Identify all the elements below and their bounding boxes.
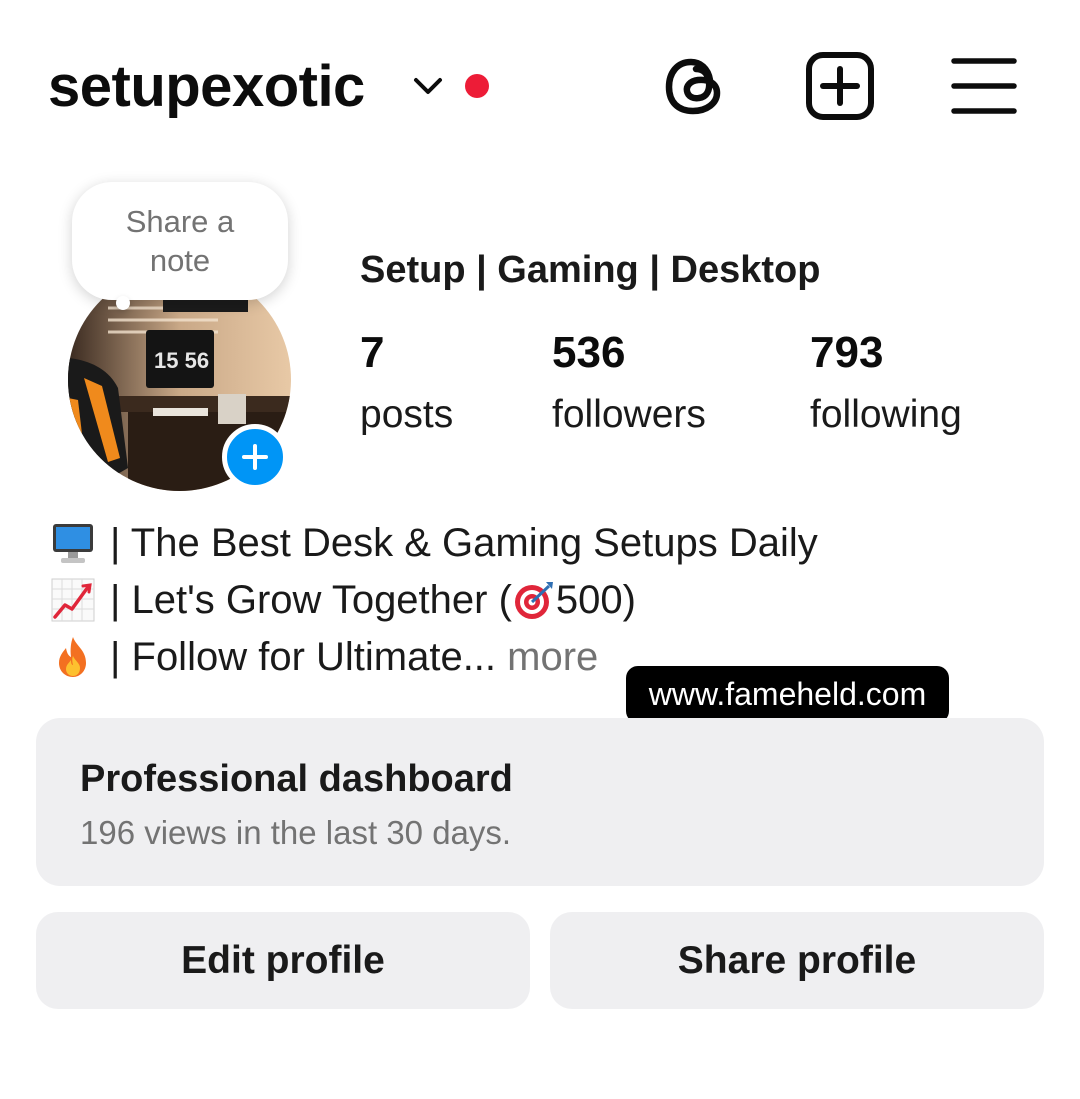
- chart-increasing-emoji: [50, 577, 96, 623]
- edit-profile-button[interactable]: Edit profile: [36, 912, 530, 1009]
- followers-count[interactable]: 536: [552, 328, 625, 378]
- bio-text-2: | Let's Grow Together (: [110, 578, 512, 622]
- watermark-label: www.fameheld.com: [626, 666, 949, 723]
- plus-icon: [242, 444, 268, 470]
- share-note-text: Share a note: [125, 204, 235, 278]
- followers-label[interactable]: followers: [552, 392, 706, 438]
- profile-username[interactable]: setupexotic: [48, 52, 365, 122]
- note-bubble-tail: [116, 296, 130, 310]
- notification-dot: [465, 74, 489, 98]
- desktop-computer-emoji: [50, 520, 96, 566]
- fire-emoji: [50, 634, 96, 680]
- bio-text-2-end: 500): [555, 578, 636, 622]
- following-count[interactable]: 793: [810, 328, 883, 378]
- avatar-clock-text: 15 56: [154, 348, 209, 373]
- share-note-bubble[interactable]: Share a note: [72, 182, 288, 300]
- posts-label[interactable]: posts: [360, 392, 453, 438]
- dashboard-title: Professional dashboard: [80, 758, 513, 800]
- menu-icon[interactable]: [948, 50, 1020, 122]
- direct-hit-emoji: [513, 579, 555, 621]
- bio-line-3: | Follow for Ultimate... more: [50, 634, 598, 680]
- chevron-down-icon[interactable]: [412, 72, 444, 100]
- bio-line-1: | The Best Desk & Gaming Setups Daily: [50, 520, 818, 566]
- posts-count[interactable]: 7: [360, 328, 384, 378]
- threads-icon[interactable]: [660, 50, 732, 122]
- profile-category: Setup | Gaming | Desktop: [360, 249, 821, 291]
- bio-text-1: | The Best Desk & Gaming Setups Daily: [110, 521, 818, 565]
- bio-line-2: | Let's Grow Together ( 500): [50, 577, 636, 623]
- dashboard-subtitle: 196 views in the last 30 days.: [80, 814, 512, 851]
- professional-dashboard-card[interactable]: [36, 718, 1044, 886]
- add-story-button[interactable]: [222, 424, 288, 490]
- share-profile-button[interactable]: Share profile: [550, 912, 1044, 1009]
- bio-text-3: | Follow for Ultimate...: [110, 635, 497, 679]
- following-label[interactable]: following: [810, 392, 962, 438]
- bio-more-link[interactable]: more: [507, 634, 598, 680]
- new-post-icon[interactable]: [804, 50, 876, 122]
